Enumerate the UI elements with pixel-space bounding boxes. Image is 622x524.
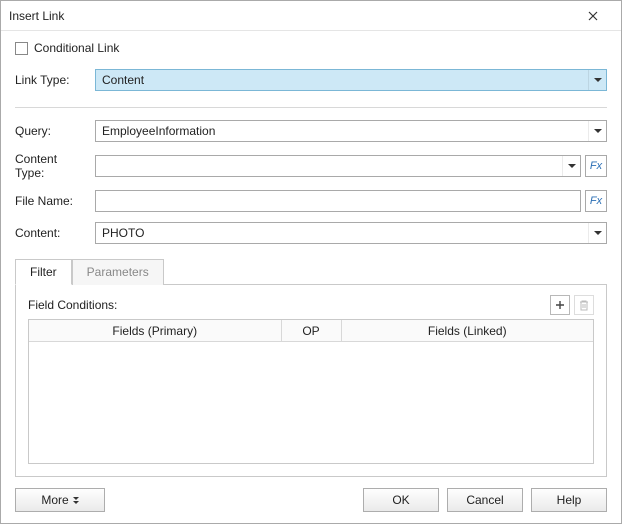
link-type-value: Content [96, 73, 588, 87]
file-name-fx-button[interactable]: Fx [585, 190, 607, 212]
tab-filter[interactable]: Filter [15, 259, 72, 285]
field-conditions-label: Field Conditions: [28, 298, 117, 312]
content-row: Content: PHOTO [15, 222, 607, 244]
help-button[interactable]: Help [531, 488, 607, 512]
query-row: Query: EmployeeInformation [15, 120, 607, 142]
ok-button[interactable]: OK [363, 488, 439, 512]
help-button-label: Help [557, 493, 582, 507]
cancel-button-label: Cancel [466, 493, 503, 507]
chevron-down-icon [594, 129, 602, 133]
add-condition-button[interactable] [550, 295, 570, 315]
chevron-down-icon [594, 78, 602, 82]
link-type-dropdown[interactable]: Content [95, 69, 607, 91]
col-fields-linked: Fields (Linked) [342, 320, 594, 341]
grid-body[interactable] [29, 342, 593, 463]
conditional-link-checkbox[interactable] [15, 42, 28, 55]
query-dropdown[interactable]: EmployeeInformation [95, 120, 607, 142]
content-type-row: Content Type: Fx [15, 152, 607, 180]
filter-panel: Field Conditions: Fields (Primary) OP Fi… [15, 284, 607, 477]
grid-header: Fields (Primary) OP Fields (Linked) [29, 320, 593, 342]
content-label: Content: [15, 226, 95, 240]
cancel-button[interactable]: Cancel [447, 488, 523, 512]
content-type-caret[interactable] [562, 156, 580, 176]
query-value: EmployeeInformation [96, 124, 588, 138]
conditional-link-row: Conditional Link [15, 41, 607, 55]
query-caret[interactable] [588, 121, 606, 141]
tabstrip: Filter Parameters [15, 258, 607, 284]
more-button-label: More [41, 493, 68, 507]
field-conditions-header: Field Conditions: [28, 295, 594, 315]
close-icon [588, 11, 598, 21]
content-caret[interactable] [588, 223, 606, 243]
ok-button-label: OK [392, 493, 409, 507]
link-type-row: Link Type: Content [15, 69, 607, 91]
content-type-fx-button[interactable]: Fx [585, 155, 607, 177]
content-type-label: Content Type: [15, 152, 95, 180]
window-title: Insert Link [9, 9, 573, 23]
double-chevron-down-icon [73, 497, 79, 504]
titlebar: Insert Link [1, 1, 621, 31]
section-divider [15, 107, 607, 108]
plus-icon [555, 300, 565, 310]
query-label: Query: [15, 124, 95, 138]
dialog-body: Conditional Link Link Type: Content Quer… [1, 31, 621, 477]
trash-icon [579, 300, 589, 311]
conditional-link-label: Conditional Link [34, 41, 119, 55]
more-button[interactable]: More [15, 488, 105, 512]
col-op: OP [282, 320, 342, 341]
chevron-down-icon [594, 231, 602, 235]
file-name-input[interactable] [95, 190, 581, 212]
chevron-down-icon [568, 164, 576, 168]
file-name-label: File Name: [15, 194, 95, 208]
content-type-dropdown[interactable] [95, 155, 581, 177]
col-fields-primary: Fields (Primary) [29, 320, 282, 341]
insert-link-dialog: Insert Link Conditional Link Link Type: … [0, 0, 622, 524]
fx-icon: Fx [590, 160, 602, 172]
fx-icon: Fx [590, 195, 602, 207]
dialog-footer: More OK Cancel Help [1, 477, 621, 523]
link-type-caret[interactable] [588, 70, 606, 90]
file-name-row: File Name: Fx [15, 190, 607, 212]
link-type-label: Link Type: [15, 73, 95, 87]
close-button[interactable] [573, 2, 613, 30]
content-dropdown[interactable]: PHOTO [95, 222, 607, 244]
delete-condition-button[interactable] [574, 295, 594, 315]
field-conditions-grid: Fields (Primary) OP Fields (Linked) [28, 319, 594, 464]
tab-parameters[interactable]: Parameters [72, 259, 164, 285]
content-value: PHOTO [96, 226, 588, 240]
